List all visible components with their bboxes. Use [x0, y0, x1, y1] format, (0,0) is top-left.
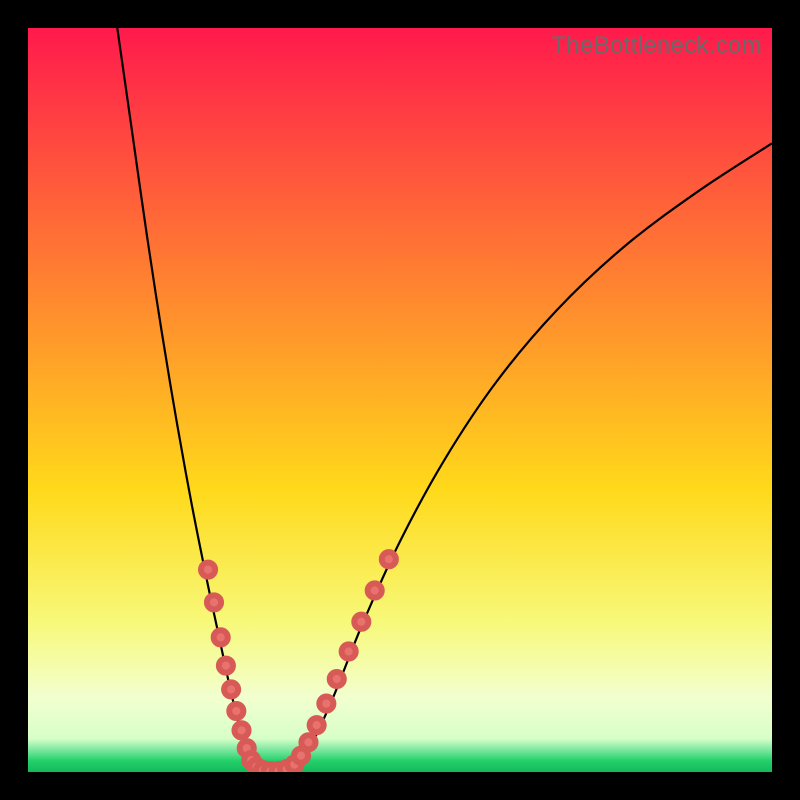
data-dot: [229, 704, 243, 718]
data-dot: [301, 735, 315, 749]
data-dot: [368, 583, 382, 597]
data-dot: [214, 630, 228, 644]
curve-path: [117, 28, 772, 771]
data-dot: [310, 718, 324, 732]
data-dot: [224, 682, 238, 696]
data-dot: [382, 552, 396, 566]
data-dot: [207, 595, 221, 609]
outer-frame: TheBottleneck.com: [0, 0, 800, 800]
plot-area: TheBottleneck.com: [28, 28, 772, 772]
data-dot: [234, 723, 248, 737]
data-dot: [354, 615, 368, 629]
bottleneck-curve: [28, 28, 772, 772]
data-dot: [319, 696, 333, 710]
data-dot: [342, 644, 356, 658]
data-dot: [201, 563, 215, 577]
data-dot: [219, 659, 233, 673]
data-dot: [330, 672, 344, 686]
